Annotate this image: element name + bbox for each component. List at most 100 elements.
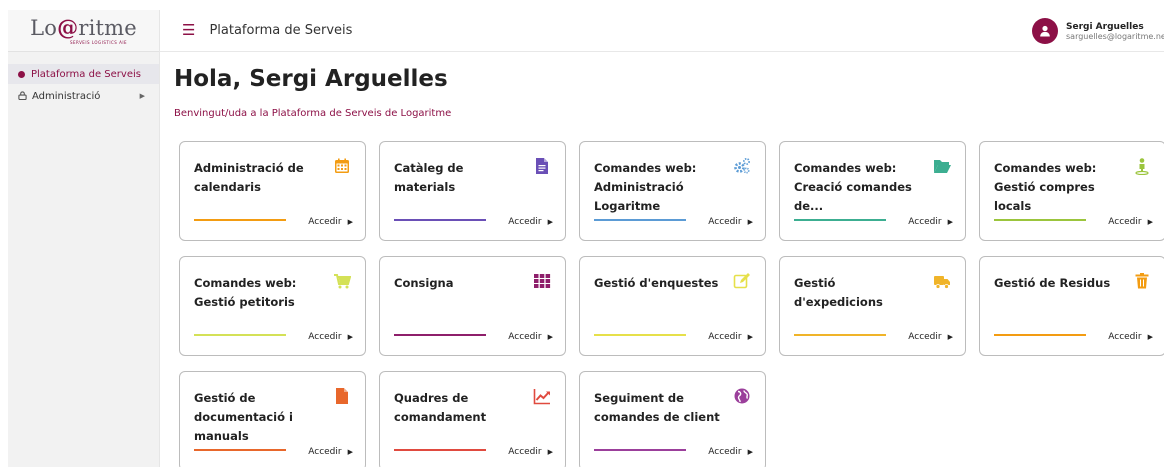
folder-open-icon bbox=[933, 157, 951, 175]
sidebar-item-administracio[interactable]: Administració ▶ bbox=[8, 86, 159, 106]
service-card[interactable]: Gestió d'expedicions Accedir ▶ bbox=[779, 256, 966, 356]
service-card[interactable]: Comandes web: Gestió petitoris Accedir ▶ bbox=[179, 256, 366, 356]
service-card[interactable]: Catàleg de materials Accedir ▶ bbox=[379, 141, 566, 241]
sidebar: Lo@ritme SERVEIS LOGISTICS AIE Plataform… bbox=[8, 10, 160, 467]
truck-icon bbox=[933, 272, 951, 290]
access-link-label: Accedir bbox=[708, 217, 742, 227]
access-link[interactable]: Accedir ▶ bbox=[908, 332, 953, 342]
active-dot-icon bbox=[18, 70, 25, 78]
access-link[interactable]: Accedir ▶ bbox=[308, 447, 353, 457]
chevron-right-icon: ▶ bbox=[747, 218, 753, 226]
chevron-right-icon: ▶ bbox=[347, 218, 353, 226]
chart-line-icon bbox=[533, 387, 551, 405]
access-link-label: Accedir bbox=[908, 217, 942, 227]
service-card[interactable]: Seguiment de comandes de client Accedir ▶ bbox=[579, 371, 766, 467]
service-card[interactable]: Administració de calendaris Accedir ▶ bbox=[179, 141, 366, 241]
gears-icon bbox=[733, 157, 751, 175]
service-card[interactable]: Consigna Accedir ▶ bbox=[379, 256, 566, 356]
access-link[interactable]: Accedir ▶ bbox=[708, 332, 753, 342]
sidebar-item-label: Plataforma de Serveis bbox=[31, 68, 141, 80]
chevron-right-icon: ▶ bbox=[1147, 218, 1153, 226]
grid-icon bbox=[533, 272, 551, 290]
logo[interactable]: Lo@ritme SERVEIS LOGISTICS AIE bbox=[8, 10, 159, 52]
chevron-right-icon: ▶ bbox=[1147, 333, 1153, 341]
card-title: Administració de calendaris bbox=[194, 161, 304, 194]
access-link-label: Accedir bbox=[508, 332, 542, 342]
header-title: Plataforma de Serveis bbox=[209, 23, 353, 38]
card-accent-line bbox=[194, 334, 286, 336]
card-title: Comandes web: Creació comandes de... bbox=[794, 161, 912, 213]
chevron-right-icon: ▶ bbox=[347, 448, 353, 456]
card-title: Seguiment de comandes de client bbox=[594, 391, 720, 424]
chevron-right-icon: ▶ bbox=[139, 92, 145, 100]
welcome-text: Benvingut/uda a la Plataforma de Serveis… bbox=[174, 108, 452, 119]
chevron-right-icon: ▶ bbox=[347, 333, 353, 341]
service-card[interactable]: Gestió de documentació i manuals Accedir ▶ bbox=[179, 371, 366, 467]
file-icon bbox=[333, 387, 351, 405]
card-accent-line bbox=[594, 219, 686, 221]
card-accent-line bbox=[194, 219, 286, 221]
access-link[interactable]: Accedir ▶ bbox=[708, 217, 753, 227]
user-menu[interactable]: Sergi Arguelles sarguelles@logaritme.net bbox=[1032, 10, 1164, 52]
access-link-label: Accedir bbox=[508, 447, 542, 457]
logo-subtitle: SERVEIS LOGISTICS AIE bbox=[69, 39, 128, 45]
chevron-right-icon: ▶ bbox=[947, 218, 953, 226]
service-card[interactable]: Comandes web: Gestió compres locals Acced… bbox=[979, 141, 1164, 241]
chevron-right-icon: ▶ bbox=[747, 448, 753, 456]
logo-wordmark: Lo@ritme bbox=[30, 14, 137, 40]
user-email: sarguelles@logaritme.net bbox=[1066, 31, 1164, 41]
top-bar: ☰ Plataforma de Serveis Sergi Arguelles … bbox=[160, 10, 1164, 52]
card-accent-line bbox=[394, 334, 486, 336]
card-accent-line bbox=[394, 449, 486, 451]
access-link-label: Accedir bbox=[908, 332, 942, 342]
access-link[interactable]: Accedir ▶ bbox=[708, 447, 753, 457]
access-link[interactable]: Accedir ▶ bbox=[508, 217, 553, 227]
access-link-label: Accedir bbox=[308, 217, 342, 227]
card-title: Consigna bbox=[394, 276, 454, 290]
card-title: Comandes web: Gestió petitoris bbox=[194, 276, 297, 309]
card-accent-line bbox=[994, 334, 1086, 336]
access-link[interactable]: Accedir ▶ bbox=[508, 332, 553, 342]
card-accent-line bbox=[794, 334, 886, 336]
chevron-right-icon: ▶ bbox=[547, 448, 553, 456]
access-link[interactable]: Accedir ▶ bbox=[308, 332, 353, 342]
chevron-right-icon: ▶ bbox=[547, 218, 553, 226]
document-icon bbox=[533, 157, 551, 175]
card-accent-line bbox=[794, 219, 886, 221]
card-accent-line bbox=[194, 449, 286, 451]
user-name: Sergi Arguelles bbox=[1066, 21, 1144, 32]
card-title: Comandes web: Gestió compres locals bbox=[994, 161, 1097, 213]
trash-icon bbox=[1133, 272, 1151, 290]
access-link[interactable]: Accedir ▶ bbox=[508, 447, 553, 457]
calendar-icon bbox=[333, 157, 351, 175]
chevron-right-icon: ▶ bbox=[947, 333, 953, 341]
menu-icon[interactable]: ☰ bbox=[182, 23, 195, 38]
access-link-label: Accedir bbox=[1108, 217, 1142, 227]
service-card[interactable]: Comandes web: Administració Logaritme Acc… bbox=[579, 141, 766, 241]
service-card[interactable]: Quadres de comandament Accedir ▶ bbox=[379, 371, 566, 467]
chevron-right-icon: ▶ bbox=[547, 333, 553, 341]
user-info: Sergi Arguelles sarguelles@logaritme.net bbox=[1066, 22, 1164, 41]
avatar bbox=[1032, 18, 1058, 44]
card-title: Comandes web: Administració Logaritme bbox=[594, 161, 697, 213]
service-card[interactable]: Gestió de Residus Accedir ▶ bbox=[979, 256, 1164, 356]
cart-icon bbox=[333, 272, 351, 290]
access-link[interactable]: Accedir ▶ bbox=[1108, 217, 1153, 227]
card-accent-line bbox=[394, 219, 486, 221]
service-card[interactable]: Comandes web: Creació comandes de... Acce… bbox=[779, 141, 966, 241]
chevron-right-icon: ▶ bbox=[747, 333, 753, 341]
card-title: Gestió de documentació i manuals bbox=[194, 391, 293, 443]
page-title: Hola, Sergi Arguelles bbox=[174, 66, 448, 92]
card-title: Gestió d'enquestes bbox=[594, 276, 719, 290]
access-link[interactable]: Accedir ▶ bbox=[1108, 332, 1153, 342]
service-card[interactable]: Gestió d'enquestes Accedir ▶ bbox=[579, 256, 766, 356]
top-line bbox=[0, 0, 1164, 10]
card-accent-line bbox=[594, 334, 686, 336]
lock-icon bbox=[18, 90, 27, 102]
access-link-label: Accedir bbox=[308, 332, 342, 342]
access-link[interactable]: Accedir ▶ bbox=[908, 217, 953, 227]
sidebar-item-plataforma[interactable]: Plataforma de Serveis bbox=[8, 64, 159, 84]
card-title: Gestió de Residus bbox=[994, 276, 1111, 290]
access-link[interactable]: Accedir ▶ bbox=[308, 217, 353, 227]
access-link-label: Accedir bbox=[508, 217, 542, 227]
